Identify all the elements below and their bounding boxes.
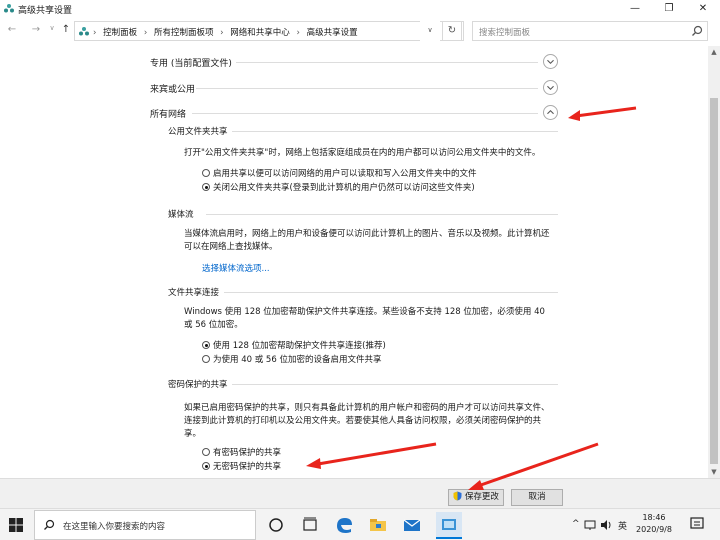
divider [232,131,558,132]
public-folder-disable-option[interactable]: 关闭公用文件夹共享(登录到此计算机的用户仍然可以访问这些文件夹) [202,181,475,193]
tray-overflow-button[interactable]: ^ [572,519,580,529]
address-bar-row: ← → ∨ ↑ › 控制面板 › 所有控制面板项 › 网络和共享中心 › 高级共… [0,20,720,42]
settings-content: 专用 (当前配置文件) 来宾或公用 所有网络 公用文件夹共享 打开"公用文件夹共… [0,46,708,478]
divider [192,113,538,114]
back-button[interactable]: ← [6,24,18,35]
footer-bar: 保存更改 取消 [0,478,720,508]
divider [206,214,558,215]
address-box[interactable]: › 控制面板 › 所有控制面板项 › 网络和共享中心 › 高级共享设置 [74,21,464,41]
address-history-dropdown[interactable]: ∨ [420,21,440,41]
input-method-indicator[interactable]: 英 [618,519,627,532]
recent-locations-dropdown[interactable]: ∨ [46,24,58,32]
media-options-link[interactable]: 选择媒体流选项... [202,262,270,274]
search-box[interactable]: 搜索控制面板 [472,21,708,41]
password-heading: 密码保护的共享 [168,380,228,390]
scroll-down-arrow-icon[interactable]: ▼ [708,466,720,478]
breadcrumb: › 控制面板 › 所有控制面板项 › 网络和共享中心 › 高级共享设置 [93,26,362,38]
save-changes-label: 保存更改 [464,492,499,502]
mail-icon[interactable] [402,515,422,535]
maximize-button[interactable]: ❐ [652,0,686,17]
radio-button[interactable] [202,169,210,177]
search-icon [692,25,703,36]
section-all-networks[interactable]: 所有网络 [150,107,186,120]
radio-button-selected[interactable] [202,462,210,470]
breadcrumb-all-items[interactable]: 所有控制面板项 [154,28,214,38]
radio-button-selected[interactable] [202,341,210,349]
window-title: 高级共享设置 [18,6,73,16]
chevron-down-icon[interactable] [543,80,558,95]
encryption-128-option[interactable]: 使用 128 位加密帮助保护文件共享连接(推荐) [202,339,386,351]
media-heading: 媒体流 [168,210,194,220]
search-icon [44,519,55,530]
option-label: 为使用 40 或 56 位加密的设备启用文件共享 [213,355,382,365]
option-label: 启用共享以便可以访问网络的用户可以读取和写入公用文件夹中的文件 [213,169,477,179]
media-description: 当媒体流启用时，网络上的用户和设备便可以访问此计算机上的图片、音乐以及视频。此计… [184,229,550,252]
search-placeholder: 搜索控制面板 [479,28,531,38]
breadcrumb-network-center[interactable]: 网络和共享中心 [230,28,290,38]
option-label: 无密码保护的共享 [213,462,282,472]
public-folder-description: 打开"公用文件夹共享"时，网络上包括家庭组成员在内的用户都可以访问公用文件夹中的… [184,148,541,158]
password-description: 如果已启用密码保护的共享，则只有具备此计算机的用户帐户和密码的用户才可以访问共享… [184,403,550,439]
taskbar-search-placeholder: 在这里输入你要搜索的内容 [63,522,166,532]
scrollbar-thumb[interactable] [710,98,718,464]
option-label: 使用 128 位加密帮助保护文件共享连接(推荐) [213,341,386,351]
network-icon [4,4,14,13]
active-window-tab[interactable] [436,512,462,539]
refresh-button[interactable]: ↻ [442,21,462,41]
public-folder-enable-option[interactable]: 启用共享以便可以访问网络的用户可以读取和写入公用文件夹中的文件 [202,167,477,179]
breadcrumb-separator: › [220,28,224,38]
public-folder-heading: 公用文件夹共享 [168,127,228,137]
clock-time: 18:46 [642,513,666,522]
breadcrumb-separator: › [143,28,148,38]
notification-center-icon[interactable] [690,517,704,531]
radio-button-selected[interactable] [202,183,210,191]
vertical-scrollbar[interactable]: ▲ ▼ [708,46,720,478]
minimize-button[interactable]: — [618,0,652,17]
cancel-button[interactable]: 取消 [511,489,563,506]
breadcrumb-separator: › [93,28,97,38]
network-tray-icon[interactable] [584,519,596,531]
taskbar-search-box[interactable]: 在这里输入你要搜索的内容 [34,510,256,540]
task-view-icon[interactable] [300,515,320,535]
cortana-icon[interactable] [266,515,286,535]
password-off-option[interactable]: 无密码保护的共享 [202,460,281,472]
chevron-up-icon[interactable] [543,105,558,120]
divider [232,384,558,385]
radio-button[interactable] [202,355,210,363]
encryption-40-56-option[interactable]: 为使用 40 或 56 位加密的设备启用文件共享 [202,353,381,365]
radio-button[interactable] [202,448,210,456]
section-private[interactable]: 专用 (当前配置文件) [150,56,232,69]
divider [224,292,558,293]
clock-date: 2020/9/8 [636,525,672,534]
taskbar: 在这里输入你要搜索的内容 ^ 英 18:46 2020/9/8 [0,508,720,540]
password-on-option[interactable]: 有密码保护的共享 [202,446,281,458]
breadcrumb-control-panel[interactable]: 控制面板 [103,28,137,38]
windows-start-icon[interactable] [8,517,24,533]
title-bar: 高级共享设置 — ❐ ✕ [0,0,720,17]
volume-icon[interactable] [600,519,612,531]
file-sharing-heading: 文件共享连接 [168,288,220,298]
clock[interactable]: 18:46 2020/9/8 [628,512,680,536]
chevron-down-icon[interactable] [543,54,558,69]
shield-icon [453,491,462,501]
option-label: 关闭公用文件夹共享(登录到此计算机的用户仍然可以访问这些文件夹) [213,183,475,193]
close-button[interactable]: ✕ [686,0,720,17]
advanced-sharing-window: 高级共享设置 — ❐ ✕ ← → ∨ ↑ › 控制面板 › 所有控制面板项 › … [0,0,720,508]
control-panel-taskbar-icon [442,519,456,530]
save-changes-button[interactable]: 保存更改 [448,489,504,506]
scroll-up-arrow-icon[interactable]: ▲ [708,46,720,58]
up-button[interactable]: ↑ [60,24,72,35]
file-explorer-icon[interactable] [368,515,388,535]
divider [196,88,538,89]
file-sharing-description: Windows 使用 128 位加密帮助保护文件共享连接。某些设备不支持 128… [184,307,545,330]
control-panel-icon [79,27,89,36]
breadcrumb-advanced-sharing[interactable]: 高级共享设置 [307,28,358,38]
divider [236,62,538,63]
forward-button[interactable]: → [30,24,42,35]
section-guest[interactable]: 来宾或公用 [150,82,195,95]
edge-browser-icon[interactable] [334,515,354,535]
breadcrumb-separator: › [296,28,300,38]
option-label: 有密码保护的共享 [213,448,282,458]
